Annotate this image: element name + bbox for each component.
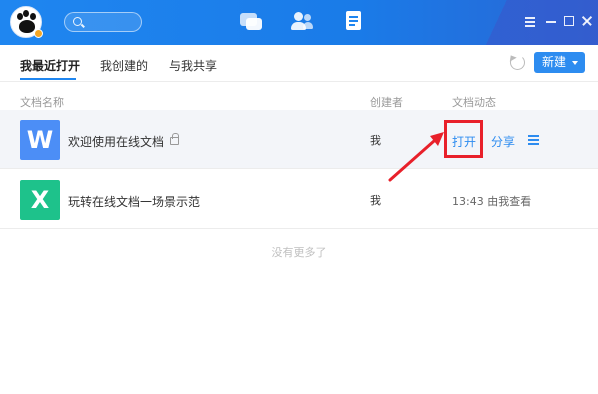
annotation-arrow <box>388 132 444 182</box>
